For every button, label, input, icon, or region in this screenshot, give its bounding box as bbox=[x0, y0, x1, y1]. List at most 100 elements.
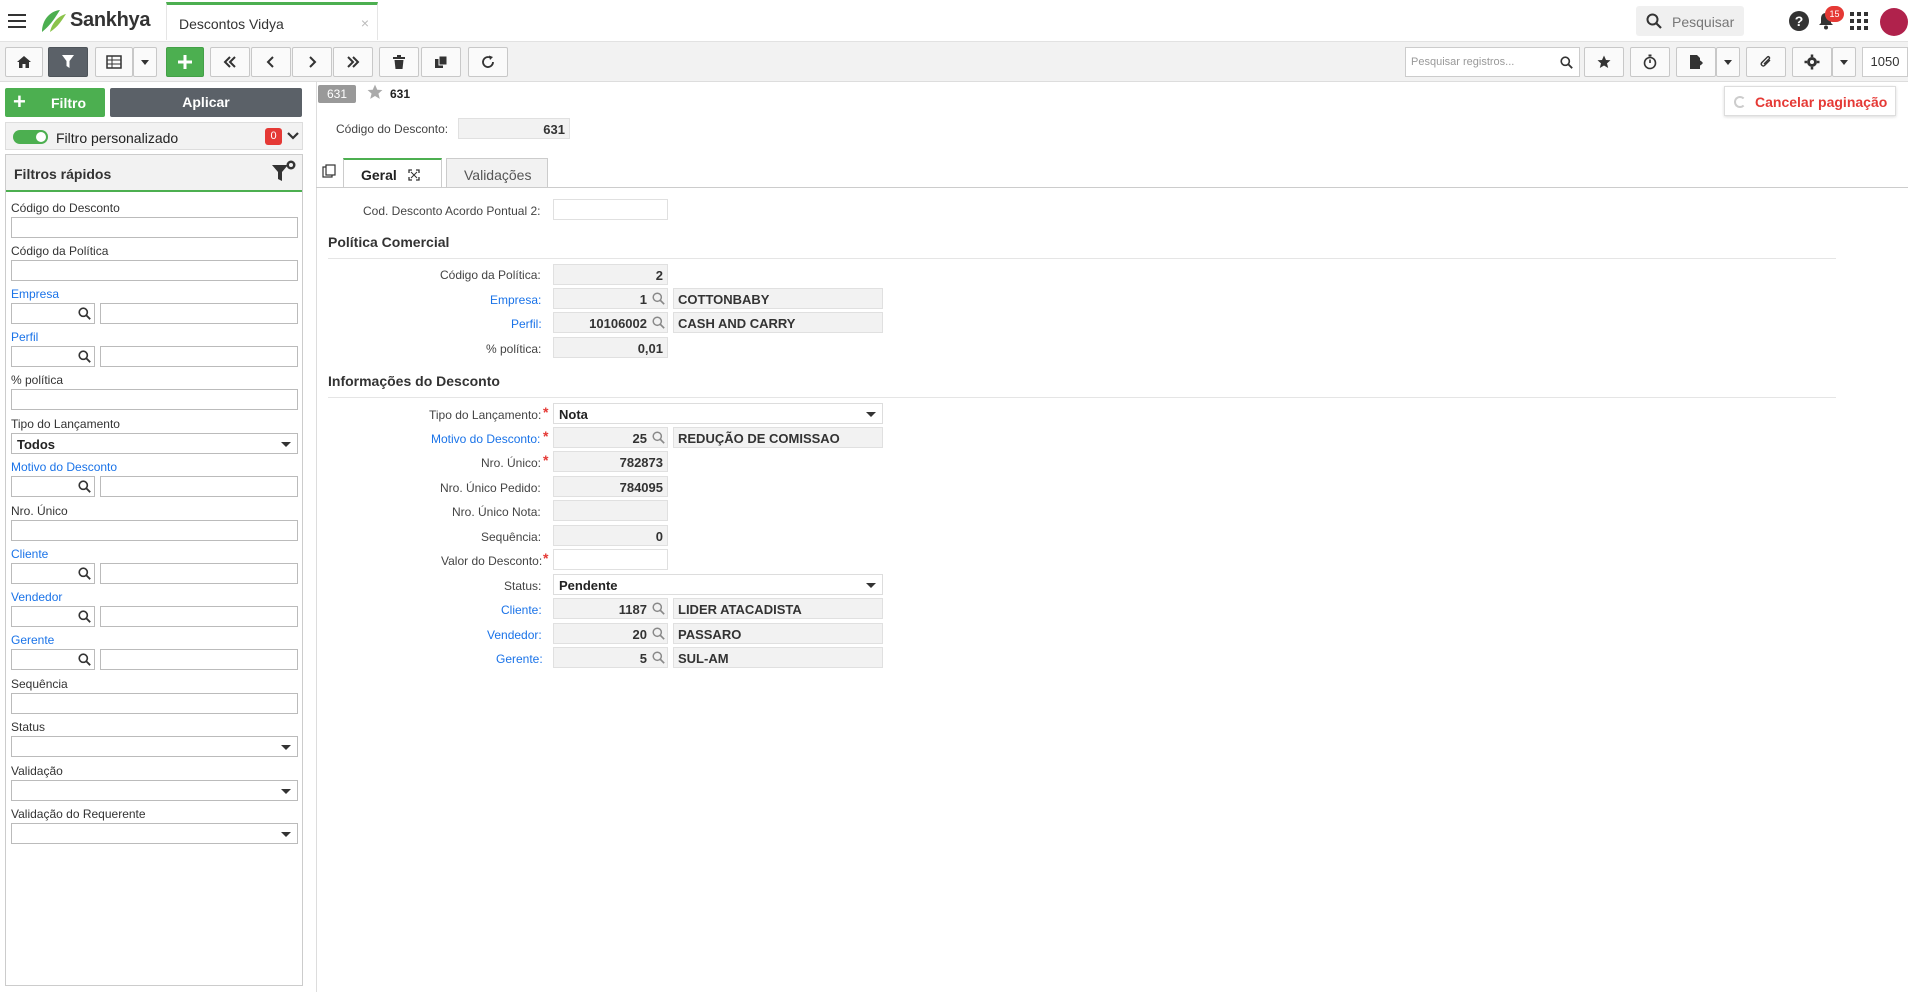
chevron-right-icon bbox=[309, 56, 317, 68]
export-button[interactable] bbox=[1676, 47, 1716, 77]
qf-perfil-label[interactable]: Perfil bbox=[11, 330, 38, 344]
sequencia-field: 0 bbox=[553, 525, 668, 546]
page-size-field[interactable]: 1050 bbox=[1862, 47, 1908, 77]
search-icon[interactable] bbox=[78, 307, 91, 320]
add-filter-label: Filtro bbox=[51, 95, 86, 111]
tab-geral[interactable]: Geral bbox=[343, 158, 442, 188]
qf-empresa-desc-input[interactable] bbox=[100, 303, 298, 324]
add-filter-button[interactable]: + Filtro bbox=[5, 88, 105, 117]
qf-motivo-code-input[interactable] bbox=[11, 476, 95, 497]
favorite-star-icon[interactable] bbox=[367, 84, 383, 100]
qf-perfil-code-input[interactable] bbox=[11, 346, 95, 367]
qf-empresa-code-input[interactable] bbox=[11, 303, 95, 324]
next-record-button[interactable] bbox=[292, 47, 332, 77]
grid-view-button[interactable] bbox=[95, 47, 133, 77]
qf-pct-politica-input[interactable] bbox=[11, 389, 298, 410]
filter-settings-icon[interactable] bbox=[271, 159, 297, 185]
qf-vendedor-desc-input[interactable] bbox=[100, 606, 298, 627]
first-record-button[interactable] bbox=[210, 47, 250, 77]
export-dropdown-button[interactable] bbox=[1716, 47, 1740, 77]
settings-button[interactable] bbox=[1792, 47, 1832, 77]
cancel-pagination-button[interactable]: Cancelar paginação bbox=[1724, 86, 1896, 116]
qf-motivo-desc-input[interactable] bbox=[100, 476, 298, 497]
loading-spinner-icon bbox=[1734, 96, 1746, 108]
qf-motivo-desconto-label[interactable]: Motivo do Desconto bbox=[11, 460, 117, 474]
pct-politica-field: 0,01 bbox=[553, 337, 668, 358]
motivo-label[interactable]: Motivo do Desconto: bbox=[431, 432, 540, 446]
qf-validacao-requerente-select[interactable] bbox=[11, 823, 298, 844]
qf-empresa-label[interactable]: Empresa bbox=[11, 287, 59, 301]
custom-filter-toggle[interactable] bbox=[13, 130, 48, 144]
codigo-desconto-field: 631 bbox=[458, 118, 570, 139]
global-search[interactable]: Pesquisar bbox=[1636, 6, 1744, 36]
qf-tipo-lancamento-select[interactable]: Todos bbox=[11, 433, 298, 454]
home-button[interactable] bbox=[5, 47, 43, 77]
cod-acordo-input[interactable] bbox=[553, 199, 668, 220]
apply-filter-button[interactable]: Aplicar bbox=[110, 88, 302, 117]
search-icon[interactable] bbox=[652, 292, 665, 305]
delete-button[interactable] bbox=[379, 47, 419, 77]
filter-toggle-button[interactable] bbox=[48, 47, 88, 77]
cliente-label[interactable]: Cliente: bbox=[501, 603, 542, 617]
timer-button[interactable] bbox=[1630, 47, 1670, 77]
cliente-name-field: LIDER ATACADISTA bbox=[673, 598, 883, 619]
search-icon[interactable] bbox=[652, 602, 665, 615]
valor-desconto-input[interactable] bbox=[553, 549, 668, 570]
tab-descontos-vidya[interactable]: Descontos Vidya × bbox=[166, 2, 378, 40]
favorite-button[interactable] bbox=[1584, 47, 1624, 77]
chevron-down-icon[interactable] bbox=[286, 127, 300, 145]
qf-gerente-code-input[interactable] bbox=[11, 649, 95, 670]
expand-icon[interactable] bbox=[408, 169, 420, 181]
status-select[interactable]: Pendente bbox=[553, 574, 883, 595]
search-icon[interactable] bbox=[652, 316, 665, 329]
previous-record-button[interactable] bbox=[251, 47, 291, 77]
qf-sequencia-input[interactable] bbox=[11, 693, 298, 714]
copy-panel-icon[interactable] bbox=[322, 164, 336, 178]
duplicate-button[interactable] bbox=[421, 47, 461, 77]
qf-gerente-desc-input[interactable] bbox=[100, 649, 298, 670]
custom-filter-bar: Filtro personalizado 0 bbox=[5, 122, 303, 150]
hamburger-menu-icon[interactable] bbox=[8, 14, 26, 28]
filter-icon bbox=[62, 55, 74, 68]
gerente-label[interactable]: Gerente: bbox=[496, 652, 543, 666]
refresh-button[interactable] bbox=[468, 47, 508, 77]
qf-perfil-desc-input[interactable] bbox=[100, 346, 298, 367]
search-icon[interactable] bbox=[78, 653, 91, 666]
last-record-button[interactable] bbox=[333, 47, 373, 77]
record-number: 631 bbox=[390, 87, 411, 101]
close-tab-icon[interactable]: × bbox=[361, 15, 369, 31]
settings-dropdown-button[interactable] bbox=[1832, 47, 1856, 77]
qf-validacao-select[interactable] bbox=[11, 780, 298, 801]
search-icon[interactable] bbox=[652, 627, 665, 640]
search-icon[interactable] bbox=[78, 610, 91, 623]
qf-gerente-label[interactable]: Gerente bbox=[11, 633, 54, 647]
perfil-code-field: 10106002 bbox=[553, 312, 668, 333]
qf-codigo-desconto-input[interactable] bbox=[11, 217, 298, 238]
qf-cliente-label[interactable]: Cliente bbox=[11, 547, 48, 561]
apps-grid-icon[interactable] bbox=[1850, 12, 1868, 30]
user-avatar[interactable] bbox=[1880, 8, 1908, 36]
view-dropdown-button[interactable] bbox=[133, 47, 157, 77]
qf-vendedor-label[interactable]: Vendedor bbox=[11, 590, 62, 604]
add-record-button[interactable] bbox=[166, 47, 204, 77]
qf-nro-unico-input[interactable] bbox=[11, 520, 298, 541]
tipo-lancamento-select[interactable]: Nota bbox=[553, 403, 883, 424]
tab-validacoes[interactable]: Validações bbox=[446, 158, 548, 188]
qf-codigo-politica-input[interactable] bbox=[11, 260, 298, 281]
search-icon[interactable] bbox=[78, 567, 91, 580]
qf-cliente-code-input[interactable] bbox=[11, 563, 95, 584]
vendedor-label[interactable]: Vendedor: bbox=[487, 628, 542, 642]
qf-vendedor-code-input[interactable] bbox=[11, 606, 95, 627]
search-records-input[interactable]: Pesquisar registros... bbox=[1405, 47, 1580, 77]
search-icon[interactable] bbox=[652, 651, 665, 664]
required-asterisk: * bbox=[543, 428, 549, 444]
search-icon[interactable] bbox=[78, 350, 91, 363]
empresa-label[interactable]: Empresa: bbox=[490, 293, 541, 307]
search-icon[interactable] bbox=[652, 431, 665, 444]
attachment-button[interactable] bbox=[1746, 47, 1786, 77]
perfil-label[interactable]: Perfil: bbox=[511, 317, 542, 331]
qf-status-select[interactable] bbox=[11, 736, 298, 757]
qf-cliente-desc-input[interactable] bbox=[100, 563, 298, 584]
search-icon[interactable] bbox=[78, 480, 91, 493]
help-icon[interactable]: ? bbox=[1789, 11, 1809, 31]
